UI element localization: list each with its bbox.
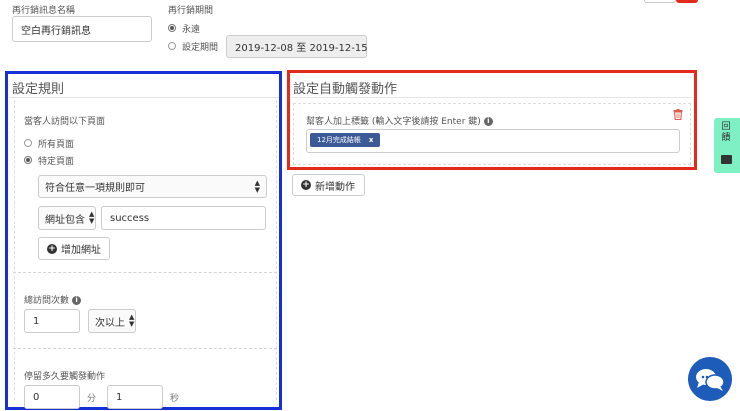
add-action-button[interactable]: + 新增動作	[292, 174, 365, 196]
radio-set-period[interactable]	[168, 42, 176, 50]
add-tag-label: 幫客人加上標籤 (輸入文字後請按 Enter 鍵) i	[306, 114, 493, 127]
url-value-input[interactable]: success	[101, 206, 266, 230]
add-url-button-label: 增加網址	[61, 245, 101, 256]
tag-remove-icon[interactable]: x	[369, 136, 374, 144]
rules-title: 設定規則	[12, 82, 65, 97]
caret-icon: ▲ ▼	[129, 313, 135, 328]
feedback-tab[interactable]: 回饋	[714, 118, 740, 173]
radio-specific-pages-label: 特定頁面	[38, 157, 75, 167]
rules-inner-border-left	[14, 100, 15, 400]
total-visits-label: 總訪問次數 i	[24, 293, 82, 306]
stay-duration-label: 停留多久要觸發動作	[24, 372, 106, 382]
caret-icon: ▲ ▼	[89, 210, 95, 225]
date-range-input[interactable]: 2019-12-08 至 2019-12-15	[226, 35, 368, 58]
message-name-input[interactable]: 空白再行銷訊息	[12, 16, 152, 42]
rules-title-divider	[9, 97, 279, 98]
feedback-tab-label: 回饋	[721, 122, 731, 143]
visits-count-input[interactable]: 1	[24, 309, 80, 333]
seconds-input[interactable]: 1	[107, 385, 163, 409]
radio-set-period-label: 設定期間	[182, 43, 219, 53]
url-condition-value: 網址包含	[45, 214, 85, 226]
seconds-unit: 秒	[170, 394, 180, 404]
top-right-button-partial[interactable]	[644, 0, 676, 3]
section-divider	[13, 272, 277, 273]
radio-all-pages[interactable]	[24, 139, 32, 147]
info-icon: i	[483, 117, 493, 126]
section-divider	[13, 348, 277, 349]
plus-circle-icon: +	[301, 180, 311, 190]
visits-operator-value: 次以上	[95, 317, 125, 329]
message-name-label: 再行銷訊息名稱	[12, 6, 76, 16]
add-action-button-label: 新增動作	[315, 181, 355, 193]
chat-icon	[696, 369, 725, 391]
chat-button[interactable]	[688, 357, 732, 401]
tag-chip: 12月完成結帳 x	[310, 133, 381, 147]
feedback-icon	[721, 155, 732, 164]
tag-chip-label: 12月完成結帳	[317, 136, 361, 144]
rules-inner-border-right	[276, 100, 277, 400]
top-right-delete-button-partial[interactable]	[676, 0, 698, 3]
minutes-input[interactable]: 0	[24, 385, 80, 409]
radio-forever[interactable]	[168, 24, 176, 32]
radio-all-pages-label: 所有頁面	[38, 140, 75, 150]
caret-icon: ▲ ▼	[254, 178, 260, 194]
match-rule-select[interactable]: 符合任意一項規則即可 ▲ ▼	[38, 175, 267, 198]
trash-icon[interactable]	[673, 109, 683, 120]
match-rule-select-value: 符合任意一項規則即可	[45, 183, 145, 194]
add-url-button[interactable]: + 增加網址	[38, 237, 110, 260]
remarketing-period-label: 再行銷期間	[168, 6, 214, 16]
radio-specific-pages[interactable]	[24, 156, 32, 164]
visit-pages-label: 當客人訪問以下頁面	[24, 117, 106, 127]
url-condition-select[interactable]: 網址包含 ▲ ▼	[38, 206, 96, 230]
info-icon: i	[72, 296, 82, 305]
visits-operator-select[interactable]: 次以上 ▲ ▼	[88, 309, 136, 333]
minutes-unit: 分	[87, 394, 97, 404]
plus-circle-icon: +	[47, 243, 57, 254]
radio-forever-label: 永遠	[182, 25, 201, 35]
